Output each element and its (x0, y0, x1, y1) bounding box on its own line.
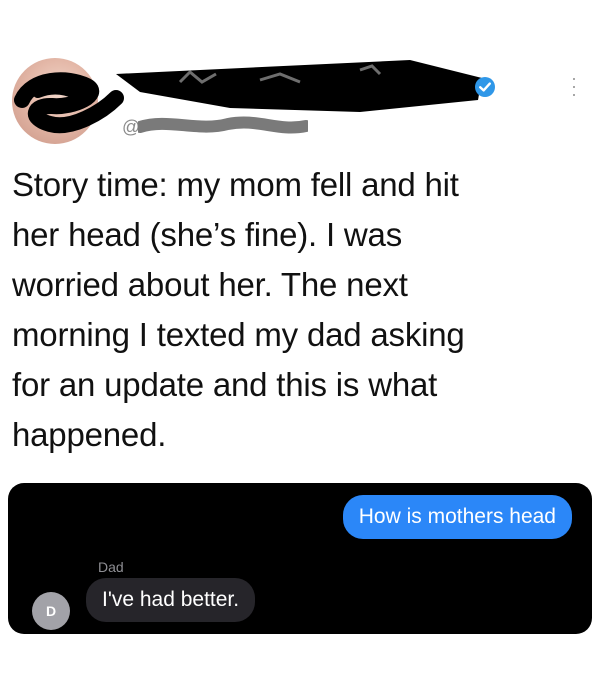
sender-name: Dad (98, 559, 124, 575)
chat-screenshot: How is mothers head Dad D I've had bette… (8, 483, 592, 634)
verified-badge-icon (475, 77, 495, 97)
received-message-bubble: I've had better. (86, 578, 256, 622)
handle-redaction (138, 116, 308, 134)
avatar[interactable] (12, 58, 98, 144)
tweet-text-line: her head (she’s fine). I was (12, 216, 402, 253)
more-vertical-icon[interactable]: · · · (568, 69, 580, 103)
display-name-redaction (116, 60, 482, 112)
tweet-text-line: morning I texted my dad asking (12, 316, 465, 353)
tweet-text: Story time: my mom fell and hit her head… (12, 160, 582, 460)
tweet-header: · · · @ (0, 0, 600, 150)
tweet-text-line: Story time: my mom fell and hit (12, 166, 459, 203)
tweet-text-line: worried about her. The next (12, 266, 408, 303)
sent-message-bubble: How is mothers head (342, 495, 572, 539)
contact-avatar[interactable]: D (32, 592, 70, 630)
tweet-text-line: happened. (12, 416, 167, 453)
tweet-text-line: for an update and this is what (12, 366, 438, 403)
